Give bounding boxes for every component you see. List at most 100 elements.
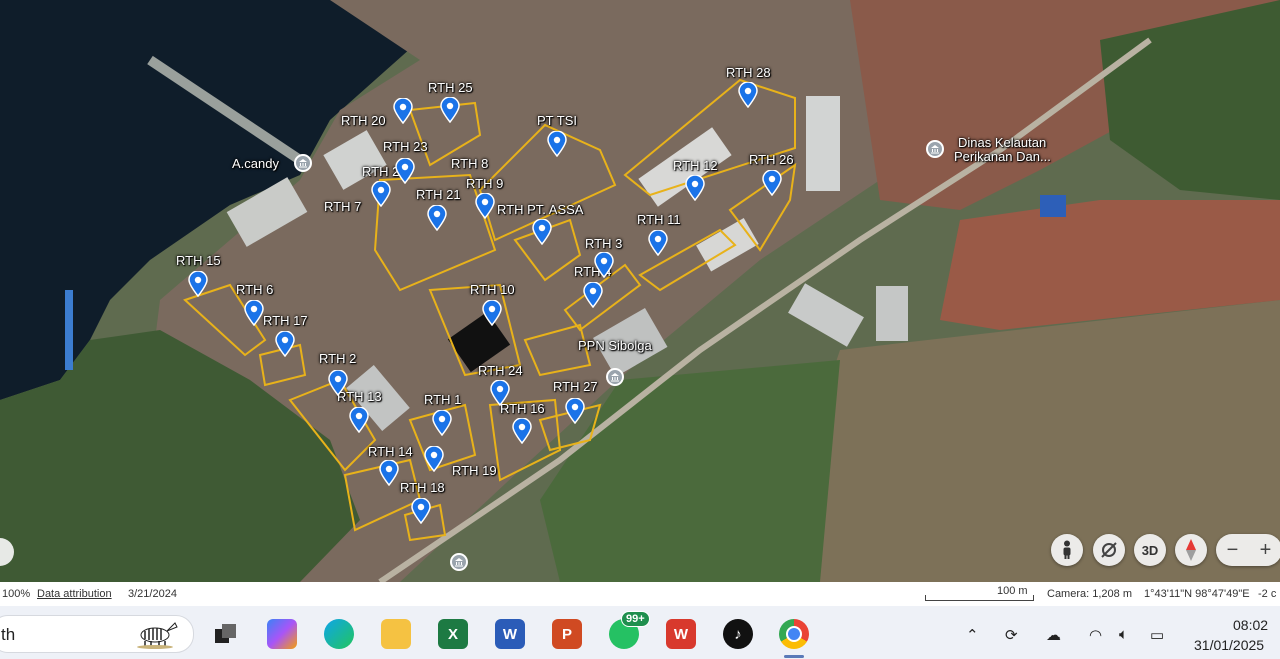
powerpoint-icon[interactable]: P xyxy=(552,619,582,649)
view-3d-button[interactable]: 3D xyxy=(1134,534,1166,566)
zoom-level: 100% xyxy=(2,588,31,600)
zebra-icon xyxy=(137,622,178,649)
museum-icon[interactable] xyxy=(606,368,624,386)
wifi-icon[interactable]: ◠ xyxy=(1089,626,1102,644)
location-pin-icon[interactable] xyxy=(594,251,614,279)
camera-altitude: Camera: 1,208 m xyxy=(1047,588,1132,600)
label-rth-18[interactable]: RTH 18 xyxy=(400,481,445,495)
zoom-out-button[interactable]: − xyxy=(1227,539,1239,562)
coordinates: 1°43'11"N 98°47'49"E xyxy=(1144,588,1250,600)
location-pin-icon[interactable] xyxy=(565,397,585,425)
task-view-icon[interactable] xyxy=(211,619,241,649)
search-text[interactable]: th xyxy=(1,625,15,645)
label-rth-25[interactable]: RTH 25 xyxy=(428,81,473,95)
label-rth-3[interactable]: RTH 3 xyxy=(585,237,622,251)
zoom-control[interactable]: − + xyxy=(1216,534,1280,566)
status-bar: 100% Data attribution 3/21/2024 100 m Ca… xyxy=(0,582,1280,606)
label-rth-6[interactable]: RTH 6 xyxy=(236,283,273,297)
whatsapp-icon[interactable]: 99+ xyxy=(609,611,650,649)
location-pin-icon[interactable] xyxy=(490,379,510,407)
label-dinas-line1[interactable]: Dinas Kelautan xyxy=(958,136,1046,150)
street-view-pegman-icon[interactable] xyxy=(1051,534,1083,566)
tilt-off-icon[interactable] xyxy=(1093,534,1125,566)
label-dinas-line2: Perikanan Dan... xyxy=(954,149,1051,164)
taskbar: th X W P 99+ W ♪ ⌃ ⟳ ☁ ◠ 🔈︎ ▭ 08:02 31/0… xyxy=(0,606,1280,659)
location-pin-icon[interactable] xyxy=(328,369,348,397)
chrome-icon[interactable] xyxy=(779,619,809,649)
imagery-date: 3/21/2024 xyxy=(128,588,177,600)
zoom-in-button[interactable]: + xyxy=(1260,539,1272,562)
label-rth-9[interactable]: RTH 9 xyxy=(466,177,503,191)
tiktok-icon[interactable]: ♪ xyxy=(723,619,753,649)
label-a-candy[interactable]: A.candy xyxy=(232,157,279,171)
location-pin-icon[interactable] xyxy=(411,497,431,525)
sync-icon[interactable]: ⟳ xyxy=(1005,626,1018,644)
location-pin-icon[interactable] xyxy=(379,459,399,487)
label-rth-pt-assa[interactable]: RTH PT. ASSA xyxy=(497,203,583,217)
label-rth-27[interactable]: RTH 27 xyxy=(553,380,598,394)
cloud-off-icon[interactable]: ☁ xyxy=(1046,626,1061,644)
location-pin-icon[interactable] xyxy=(188,270,208,298)
location-pin-icon[interactable] xyxy=(275,330,295,358)
edge-icon[interactable] xyxy=(324,619,354,649)
label-rth-23[interactable]: RTH 23 xyxy=(383,140,428,154)
location-pin-icon[interactable] xyxy=(475,192,495,220)
satellite-map[interactable]: RTH 25 RTH 28 RTH 20 PT TSI RTH 23 RTH 8… xyxy=(0,0,1280,582)
location-pin-icon[interactable] xyxy=(512,417,532,445)
label-rth-20[interactable]: RTH 20 xyxy=(341,114,386,128)
label-rth-26[interactable]: RTH 26 xyxy=(749,153,794,167)
label-rth-8[interactable]: RTH 8 xyxy=(451,157,488,171)
location-pin-icon[interactable] xyxy=(395,157,415,185)
chevron-up-icon[interactable]: ⌃ xyxy=(966,626,979,644)
label-rth-17[interactable]: RTH 17 xyxy=(263,314,308,328)
volume-icon[interactable]: 🔈︎ xyxy=(1119,626,1128,643)
location-pin-icon[interactable] xyxy=(762,169,782,197)
word-icon[interactable]: W xyxy=(495,619,525,649)
label-rth-10[interactable]: RTH 10 xyxy=(470,283,515,297)
search-box[interactable]: th xyxy=(0,615,194,653)
label-rth-15[interactable]: RTH 15 xyxy=(176,254,221,268)
label-pt-tsi[interactable]: PT TSI xyxy=(537,114,577,128)
location-pin-icon[interactable] xyxy=(432,409,452,437)
label-ppn-sibolga[interactable]: PPN Sibolga xyxy=(578,339,652,353)
label-rth-2[interactable]: RTH 2 xyxy=(319,352,356,366)
location-pin-icon[interactable] xyxy=(393,97,413,125)
museum-icon[interactable] xyxy=(926,140,944,158)
copilot-icon[interactable] xyxy=(267,619,297,649)
active-app-indicator xyxy=(784,655,804,658)
location-pin-icon[interactable] xyxy=(738,81,758,109)
label-rth-14[interactable]: RTH 14 xyxy=(368,445,413,459)
location-pin-icon[interactable] xyxy=(685,174,705,202)
location-pin-icon[interactable] xyxy=(547,130,567,158)
label-rth-1[interactable]: RTH 1 xyxy=(424,393,461,407)
label-rth-11[interactable]: RTH 11 xyxy=(637,213,681,227)
location-pin-icon[interactable] xyxy=(532,218,552,246)
clock-time[interactable]: 08:02 xyxy=(1233,617,1268,633)
file-explorer-icon[interactable] xyxy=(381,619,411,649)
elevation: -2 c xyxy=(1258,588,1277,600)
excel-icon[interactable]: X xyxy=(438,619,468,649)
label-rth-12[interactable]: RTH 12 xyxy=(673,159,718,173)
location-pin-icon[interactable] xyxy=(648,229,668,257)
location-pin-icon[interactable] xyxy=(440,96,460,124)
label-rth-24[interactable]: RTH 24 xyxy=(478,364,523,378)
location-pin-icon[interactable] xyxy=(244,299,264,327)
label-rth-21[interactable]: RTH 21 xyxy=(416,188,461,202)
location-pin-icon[interactable] xyxy=(427,204,447,232)
location-pin-icon[interactable] xyxy=(583,281,603,309)
location-pin-icon[interactable] xyxy=(424,445,444,473)
wps-icon[interactable]: W xyxy=(666,619,696,649)
label-rth-19[interactable]: RTH 19 xyxy=(452,464,497,478)
location-pin-icon[interactable] xyxy=(371,180,391,208)
label-rth-7[interactable]: RTH 7 xyxy=(324,200,361,214)
museum-icon[interactable] xyxy=(450,553,468,571)
notification-badge: 99+ xyxy=(621,611,650,627)
data-attribution-link[interactable]: Data attribution xyxy=(37,588,112,600)
compass-icon[interactable] xyxy=(1175,534,1207,566)
battery-icon[interactable]: ▭ xyxy=(1150,626,1164,644)
label-rth-28[interactable]: RTH 28 xyxy=(726,66,771,80)
museum-icon[interactable] xyxy=(294,154,312,172)
clock-date[interactable]: 31/01/2025 xyxy=(1194,637,1264,653)
location-pin-icon[interactable] xyxy=(349,406,369,434)
location-pin-icon[interactable] xyxy=(482,299,502,327)
